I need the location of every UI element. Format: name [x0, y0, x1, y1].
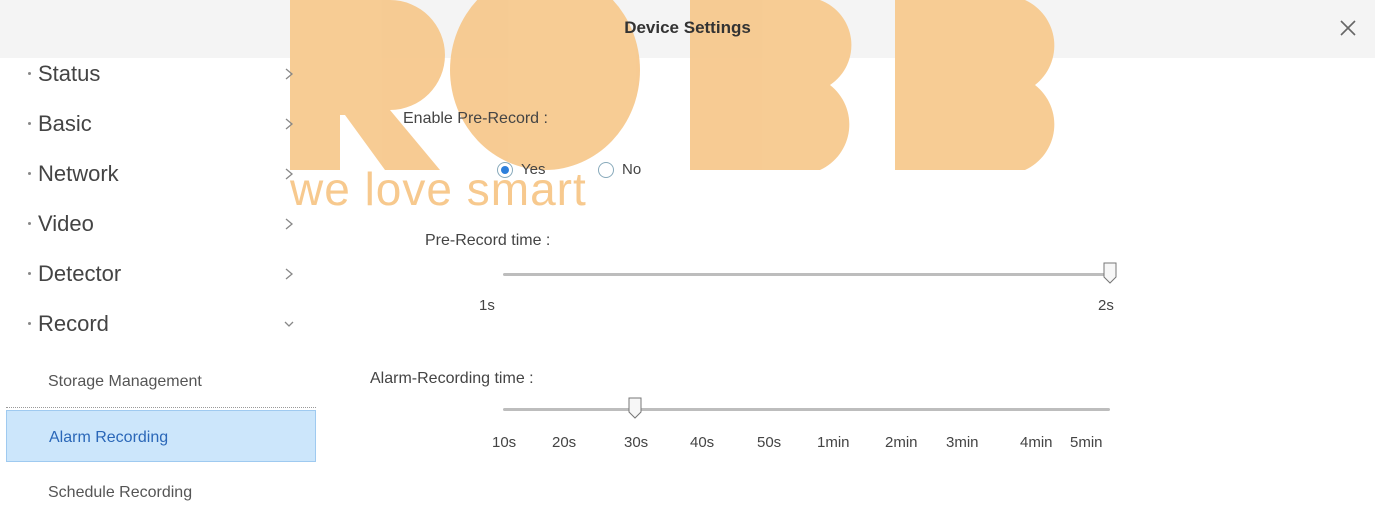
bullet-icon: [28, 172, 31, 175]
alarm-tick: 30s: [624, 434, 649, 451]
alarm-recording-slider-thumb[interactable]: [628, 397, 642, 419]
prerecord-yes-label: Yes: [521, 161, 546, 178]
sidebar-item-network[interactable]: Network: [0, 150, 310, 200]
bullet-icon: [28, 72, 31, 75]
sidebar-item-label: Detector: [38, 261, 122, 286]
chevron-right-icon: [285, 268, 294, 280]
sidebar-item-video[interactable]: Video: [0, 200, 310, 250]
alarm-tick: 1min: [817, 434, 850, 451]
sidebar-item-label: Network: [38, 161, 119, 186]
chevron-right-icon: [285, 118, 294, 130]
alarm-tick: 4min: [1020, 434, 1053, 451]
alarm-recording-time-label: Alarm-Recording time :: [370, 370, 534, 387]
subitem-alarm-recording[interactable]: Alarm Recording: [6, 410, 316, 462]
alarm-tick: 2min: [885, 434, 918, 451]
sidebar-item-label: Basic: [38, 111, 92, 136]
alarm-recording-slider-track[interactable]: [503, 408, 1110, 411]
chevron-right-icon: [285, 68, 294, 80]
alarm-tick: 50s: [757, 434, 782, 451]
prerecord-time-slider-thumb[interactable]: [1103, 262, 1117, 284]
prerecord-tick: 1s: [479, 297, 495, 314]
chevron-right-icon: [285, 168, 294, 180]
chevron-down-icon: [284, 321, 294, 327]
prerecord-tick: 2s: [1098, 297, 1114, 314]
subitem-label: Schedule Recording: [48, 484, 193, 501]
bullet-icon: [28, 222, 31, 225]
prerecord-yes-radio[interactable]: [497, 162, 513, 178]
enable-prerecord-label: Enable Pre-Record :: [403, 110, 548, 127]
dialog-title: Device Settings: [624, 18, 751, 37]
prerecord-time-label: Pre-Record time :: [425, 232, 551, 249]
alarm-tick: 40s: [690, 434, 715, 451]
divider: [6, 407, 316, 408]
alarm-tick: 5min: [1070, 434, 1103, 451]
close-button[interactable]: [1336, 16, 1360, 40]
subitem-label: Storage Management: [48, 373, 202, 390]
prerecord-no-label: No: [622, 161, 642, 178]
sidebar-item-detector[interactable]: Detector: [0, 250, 310, 300]
subitem-schedule-recording[interactable]: Schedule Recording: [6, 466, 316, 518]
sidebar-item-label: Status: [38, 61, 101, 86]
subitem-storage-management[interactable]: Storage Management: [6, 355, 316, 407]
bullet-icon: [28, 272, 31, 275]
sidebar-item-basic[interactable]: Basic: [0, 100, 310, 150]
subitem-label: Alarm Recording: [49, 429, 169, 446]
bullet-icon: [28, 122, 31, 125]
bullet-icon: [28, 322, 31, 325]
sidebar-item-label: Record: [38, 311, 109, 336]
sidebar-item-record[interactable]: Record: [0, 300, 310, 350]
sidebar-item-status[interactable]: Status: [0, 50, 310, 100]
alarm-tick: 20s: [552, 434, 577, 451]
alarm-tick: 3min: [946, 434, 979, 451]
prerecord-no-radio[interactable]: [598, 162, 614, 178]
close-icon: [1340, 20, 1356, 36]
prerecord-time-slider-track[interactable]: [503, 273, 1110, 276]
alarm-tick: 10s: [492, 434, 517, 451]
chevron-right-icon: [285, 218, 294, 230]
sidebar-item-label: Video: [38, 211, 94, 236]
